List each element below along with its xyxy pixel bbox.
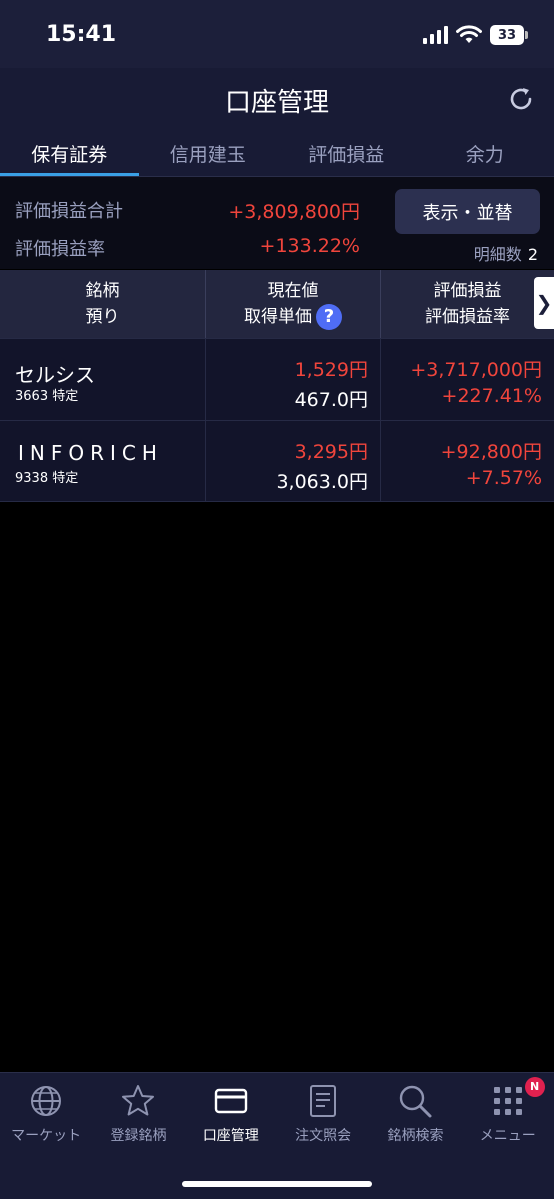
header-current-price: 現在値	[267, 281, 319, 301]
globe-icon	[31, 1086, 62, 1116]
pl-rate-value: +133.22%	[259, 235, 360, 257]
cost-price: 3,063.0円	[276, 471, 368, 493]
pl-total-value: +3,809,800円	[228, 201, 360, 223]
table-row[interactable]: INFORICH 9338 特定 3,295円 3,063.0円 +92,800…	[0, 420, 554, 502]
cost-price: 467.0円	[294, 389, 368, 411]
nav-market[interactable]: マーケット	[0, 1073, 92, 1153]
document-icon	[310, 1085, 337, 1117]
stock-cell: セルシス 3663 特定	[0, 339, 206, 420]
price-cell: 3,295円 3,063.0円	[206, 421, 381, 501]
price-cell: 1,529円 467.0円	[206, 339, 381, 420]
stock-cell: INFORICH 9338 特定	[0, 421, 206, 501]
tab-buying-power[interactable]: 余力	[416, 130, 554, 176]
header-pl-amount: 評価損益	[433, 281, 502, 301]
card-icon	[214, 1088, 248, 1114]
stock-name: セルシス	[15, 363, 95, 387]
search-icon	[400, 1085, 432, 1118]
header-price: 現在値 取得単価?	[206, 270, 381, 338]
nav-account[interactable]: 口座管理	[185, 1073, 277, 1153]
header-cost-price: 取得単価	[244, 307, 312, 327]
stock-code: 9338 特定	[15, 471, 79, 486]
nav-label: 注文照会	[295, 1128, 352, 1144]
app-header: 口座管理	[0, 68, 554, 130]
header-stock: 銘柄 預り	[0, 270, 206, 338]
header-pl: 評価損益 評価損益率	[381, 270, 554, 338]
tab-bar: 保有証券 信用建玉 評価損益 余力	[0, 130, 554, 176]
table-header: 銘柄 預り 現在値 取得単価? 評価損益 評価損益率	[0, 270, 554, 338]
current-price: 1,529円	[294, 359, 368, 381]
cellular-signal-icon	[423, 26, 448, 44]
star-icon	[122, 1085, 155, 1116]
pl-rate: +227.41%	[441, 385, 542, 407]
status-bar: 15:41 33	[0, 0, 554, 68]
pl-amount: +3,717,000円	[410, 359, 542, 381]
nav-label: 銘柄検索	[387, 1128, 444, 1144]
header-stock-name: 銘柄	[85, 281, 120, 301]
detail-count: 明細数 2	[474, 241, 538, 265]
pl-total-label: 評価損益合計	[15, 201, 123, 222]
detail-count-value: 2	[527, 245, 538, 264]
nav-search[interactable]: 銘柄検索	[369, 1073, 461, 1153]
detail-count-label: 明細数	[473, 245, 522, 264]
table-row[interactable]: セルシス 3663 特定 1,529円 467.0円 +3,717,000円 +…	[0, 338, 554, 420]
grid-icon	[493, 1087, 522, 1115]
app-screen: 15:41 33 口座管理 保有証券 信用建玉 評価損益 余力 評価損益合計 +…	[0, 0, 554, 1199]
pl-amount: +92,800円	[440, 441, 542, 463]
help-icon[interactable]: ?	[316, 304, 342, 330]
nav-label: 口座管理	[202, 1128, 259, 1144]
header-custody: 預り	[85, 307, 120, 327]
wifi-icon	[456, 25, 482, 43]
status-icons: 33	[423, 22, 528, 48]
nav-label: 登録銘柄	[110, 1128, 167, 1144]
summary-panel: 評価損益合計 +3,809,800円 評価損益率 +133.22% 表示・並替 …	[0, 177, 554, 269]
tab-holdings[interactable]: 保有証券	[0, 130, 139, 176]
chevron-right-icon[interactable]: ❯	[534, 277, 554, 329]
pl-cell: +3,717,000円 +227.41%	[381, 339, 554, 420]
nav-menu[interactable]: N メニュー	[462, 1073, 554, 1153]
status-time: 15:41	[46, 22, 117, 47]
tab-profit-loss[interactable]: 評価損益	[277, 130, 416, 176]
pl-rate-label: 評価損益率	[15, 239, 105, 260]
home-indicator[interactable]	[182, 1181, 372, 1187]
stock-name: INFORICH	[18, 441, 163, 465]
nav-orders[interactable]: 注文照会	[277, 1073, 369, 1153]
stock-code: 3663 特定	[15, 389, 79, 404]
display-sort-button[interactable]: 表示・並替	[395, 189, 540, 234]
bottom-nav: マーケット 登録銘柄 口座管理 注文照会 銘柄検索 N メニュー	[0, 1072, 554, 1199]
pl-rate: +7.57%	[465, 467, 542, 489]
page-title: 口座管理	[224, 88, 329, 118]
tab-margin-positions[interactable]: 信用建玉	[139, 130, 278, 176]
notification-badge: N	[524, 1077, 545, 1097]
current-price: 3,295円	[294, 441, 368, 463]
nav-watchlist[interactable]: 登録銘柄	[92, 1073, 184, 1153]
nav-label: マーケット	[11, 1128, 82, 1144]
nav-label: メニュー	[479, 1128, 536, 1144]
header-pl-rate: 評価損益率	[425, 307, 510, 327]
refresh-icon[interactable]	[506, 84, 536, 114]
pl-cell: +92,800円 +7.57%	[381, 421, 554, 501]
battery-icon: 33	[490, 25, 528, 45]
